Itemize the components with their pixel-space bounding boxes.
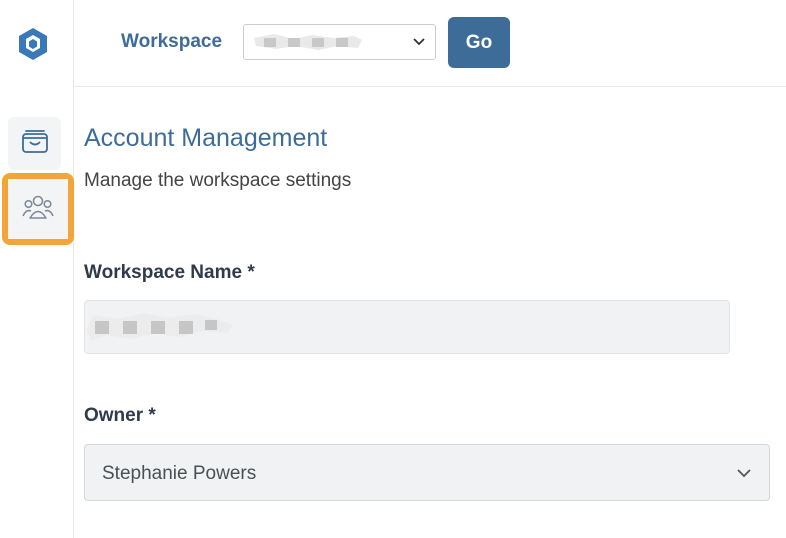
- users-icon: [21, 193, 55, 226]
- redacted-value: [254, 34, 364, 57]
- owner-label: Owner *: [84, 405, 156, 426]
- chevron-down-icon: [411, 34, 427, 55]
- sidebar: [0, 0, 74, 538]
- sidebar-item-users[interactable]: [2, 173, 74, 245]
- main-content: Account Management Manage the workspace …: [75, 88, 786, 538]
- sidebar-item-wallet[interactable]: [8, 117, 61, 170]
- workspace-label: Workspace: [121, 31, 223, 52]
- page-subtitle: Manage the workspace settings: [84, 170, 352, 191]
- owner-selected-value: Stephanie Powers: [102, 463, 257, 484]
- workspace-select[interactable]: [243, 24, 436, 60]
- owner-select[interactable]: Stephanie Powers: [84, 444, 770, 501]
- go-button[interactable]: Go: [448, 17, 510, 68]
- page-title: Account Management: [84, 124, 328, 152]
- top-bar: Workspace Go: [75, 0, 786, 87]
- hexagon-logo-icon[interactable]: [14, 25, 52, 63]
- chevron-down-icon: [735, 464, 753, 487]
- workspace-name-field[interactable]: [84, 300, 730, 354]
- redacted-value: [87, 311, 237, 350]
- wallet-icon: [20, 127, 50, 160]
- workspace-name-label: Workspace Name *: [84, 262, 255, 283]
